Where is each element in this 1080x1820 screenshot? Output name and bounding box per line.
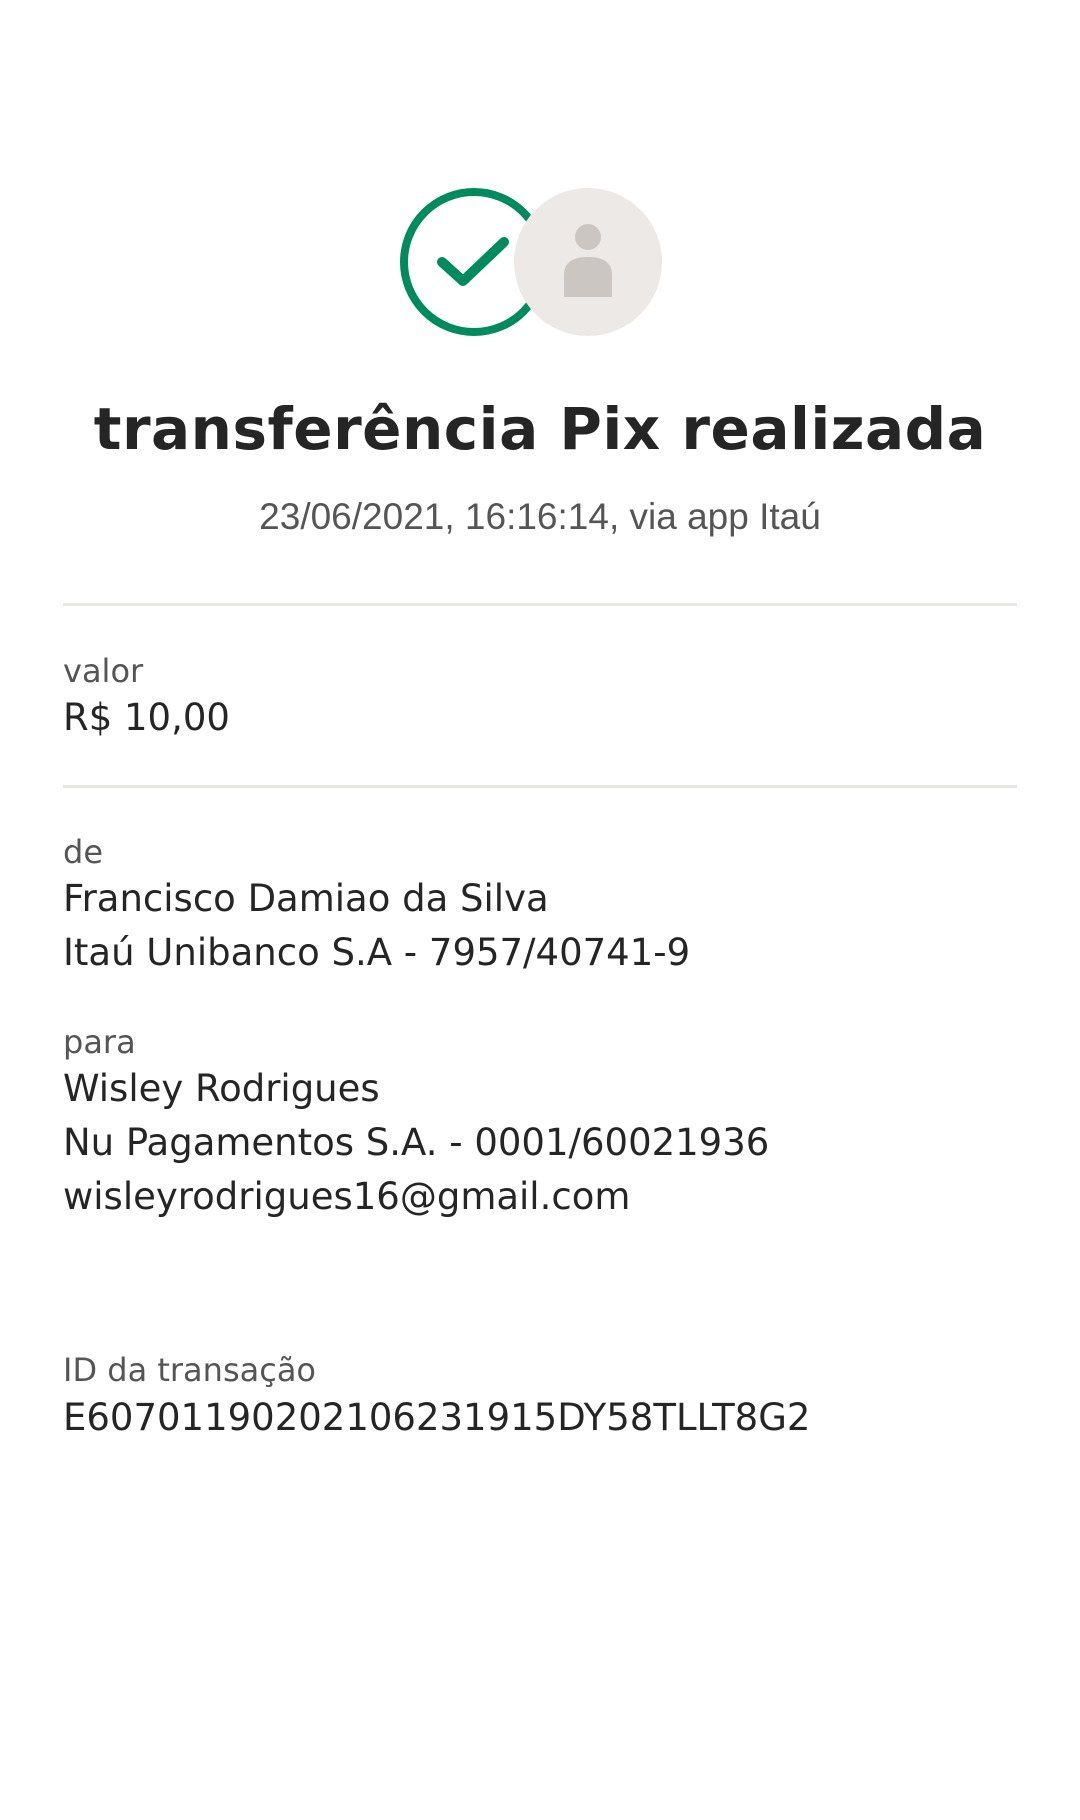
amount-label: valor [63, 652, 144, 690]
sender-name: Francisco Damiao da Silva [63, 877, 549, 920]
receiver-name: Wisley Rodrigues [63, 1067, 380, 1110]
avatar [514, 188, 662, 336]
receiver-pix-key: wisleyrodrigues16@gmail.com [63, 1175, 631, 1218]
sender-account: Itaú Unibanco S.A - 7957/40741-9 [63, 931, 691, 974]
amount-value: R$ 10,00 [63, 696, 230, 739]
transfer-datetime: 23/06/2021, 16:16:14, via app Itaú [259, 496, 821, 537]
transaction-id-value: E60701190202106231915DY58TLLT8G2 [63, 1396, 811, 1439]
transaction-id-label: ID da transação [63, 1351, 316, 1389]
page-title: transferência Pix realizada [93, 395, 987, 463]
divider [63, 785, 1017, 788]
person-icon [564, 224, 612, 297]
divider [63, 603, 1017, 606]
receiver-label: para [63, 1023, 136, 1061]
receiver-account: Nu Pagamentos S.A. - 0001/60021936 [63, 1121, 770, 1164]
status-icons [400, 188, 662, 336]
sender-label: de [63, 833, 103, 871]
